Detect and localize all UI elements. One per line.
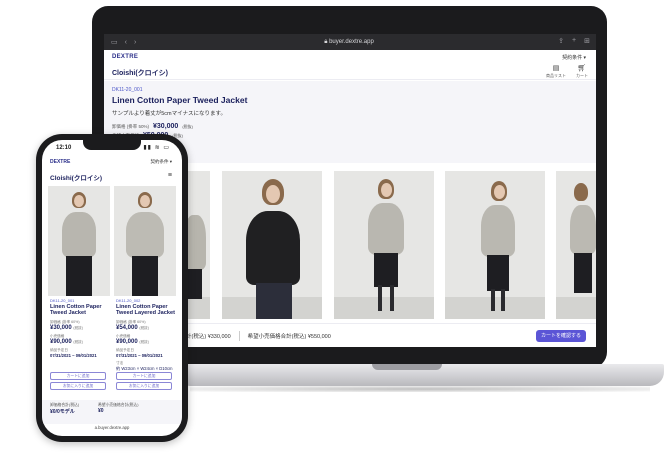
delivery-date: 07/31/2021 ~ 09/01/2021 [50,352,97,358]
product-photo[interactable] [222,171,322,319]
product-code: DK11-20_001 [112,87,143,93]
wholesale-price-label: 卸価格 (掛率 50%) [112,124,150,129]
lock-icon: 🔒︎ [324,39,328,45]
product-photo[interactable] [445,171,545,319]
tax-tag: (税抜) [139,325,149,330]
product-list-button[interactable]: ▤ 商品リスト [546,65,566,79]
retail-price: ¥90,000 [116,338,138,345]
product-code: DK11-20_002 [116,298,141,303]
clock: 12:10 [56,145,72,151]
store-name: Cloishi(クロイシ) [50,175,102,182]
contract-terms-menu[interactable]: 契約条件 ▾ [150,159,172,165]
add-to-favorites-button[interactable]: お気に入りに追加 [116,382,172,390]
tabs-overview-icon[interactable]: ⊞ [584,37,590,45]
brand-logo[interactable]: DEXTRE [50,159,70,165]
bookmark-icon: ▤ [552,65,560,72]
phone-notch [83,140,141,150]
laptop-notch [372,364,442,370]
menu-icon[interactable]: ≡ [168,172,172,179]
tax-tag: (税抜) [139,339,149,344]
cart-button[interactable]: 🛒︎ カート [576,65,588,79]
product-name: Linen Cotton Paper Tweed Jacket [112,95,248,105]
share-icon[interactable]: ⇪ [558,37,564,45]
add-to-favorites-button[interactable]: お気に入りに追加 [50,382,106,390]
wholesale-total: ¥0/0モデル [50,409,75,415]
wholesale-price: ¥30,000 [153,123,179,130]
view-cart-button[interactable]: カートを確認する [536,330,586,342]
product-photo[interactable] [334,171,434,319]
laptop-shadow [190,386,650,392]
product-note: サンプルより着丈が5cmマイナスになります。 [112,111,226,117]
sidebar-icon[interactable]: ▭ [111,38,118,46]
wholesale-price: ¥54,000 [116,324,138,331]
contract-terms-menu[interactable]: 契約条件 ▾ [562,54,586,61]
brand-logo[interactable]: DEXTRE [112,54,138,60]
product-name[interactable]: Linen Cotton Paper Tweed Layered Jacket [116,304,178,317]
tax-tag: (税抜) [73,339,83,344]
divider [238,330,240,341]
signal-battery-icon: ▮▮ ≋ ▭ [143,145,170,151]
product-list-label: 商品リスト [546,73,566,78]
product-card: DK11-20_002 Linen Cotton Paper Tweed Lay… [116,298,178,372]
new-tab-icon[interactable]: + [572,37,576,45]
product-photo[interactable] [556,171,596,319]
device-mockup: ▭ ‹ › 🔒︎ buyer.dextre.app ⇪ + ⊞ DEXTRE 契… [0,0,672,453]
retail-price: ¥90,000 [50,338,72,345]
address-bar[interactable]: a.buyer.dextre.app [42,425,182,430]
forward-icon[interactable]: › [134,39,136,46]
product-name[interactable]: Linen Cotton Paper Tweed Jacket [50,304,112,317]
address-bar[interactable]: 🔒︎ buyer.dextre.app [289,37,409,47]
tax-tag: (税抜) [73,325,83,330]
totals-bar: 卸価格合計(税込) ¥0/0モデル 希望小売価格合計(税込) ¥0 [42,400,182,424]
cart-label: カート [576,73,588,78]
add-to-cart-button[interactable]: カートに追加 [116,372,172,380]
add-to-cart-button[interactable]: カートに追加 [50,372,106,380]
store-name: Cloishi(クロイシ) [112,70,168,77]
tax-tag: (税抜) [182,124,193,129]
wholesale-price: ¥30,000 [50,324,72,331]
delivery-date: 07/31/2021 ~ 09/01/2021 [116,352,163,358]
phone-screen: 12:10 ▮▮ ≋ ▭ DEXTRE 契約条件 ▾ Cloishi(クロイシ)… [42,140,182,436]
product-photo[interactable] [114,186,176,296]
product-photo[interactable] [48,186,110,296]
retail-total: 希望小売価格合計(税込) ¥550,000 [247,333,331,340]
browser-toolbar: ▭ ‹ › 🔒︎ buyer.dextre.app ⇪ + ⊞ [104,34,596,50]
size-value: 約 W23cm × W24cm × D10cm [116,365,173,371]
retail-total: ¥0 [98,408,104,414]
address-text: buyer.dextre.app [329,39,374,45]
retail-total-label: 希望小売価格合計(税込) [98,403,139,407]
cart-icon: 🛒︎ [577,65,587,72]
back-icon[interactable]: ‹ [125,39,127,46]
product-code: DK11-20_001 [50,298,75,303]
site-header: DEXTRE 契約条件 ▾ Cloishi(クロイシ) ▤ 商品リスト 🛒︎ カ… [104,50,596,80]
product-card: DK11-20_001 Linen Cotton Paper Tweed Jac… [50,298,112,358]
